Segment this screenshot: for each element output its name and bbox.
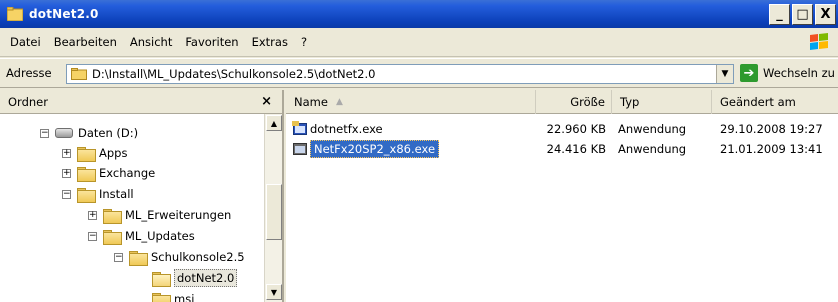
scroll-up-button[interactable]: ▲: [266, 115, 282, 131]
folder-icon: [129, 250, 148, 266]
folder-icon: [77, 146, 96, 162]
file-list: Name ▲ Größe Typ Geändert am dotnetfx.ex…: [286, 90, 838, 302]
column-header-name[interactable]: Name ▲: [286, 90, 536, 114]
menu-extras[interactable]: Extras: [246, 35, 294, 49]
window-title: dotNet2.0: [29, 7, 99, 21]
folder-pane-title: Ordner: [8, 94, 48, 109]
folder-tree: − Daten (D:) + Apps + Exchange − Install…: [0, 114, 264, 302]
file-name-cell: dotnetfx.exe: [292, 120, 383, 138]
tree-item-label: ML_Updates: [125, 229, 195, 243]
address-input[interactable]: D:\Install\ML_Updates\Schulkonsole2.5\do…: [66, 64, 734, 84]
file-name: dotnetfx.exe: [310, 122, 383, 136]
menu-bar: Datei Bearbeiten Ansicht Favoriten Extra…: [0, 28, 838, 57]
folder-open-icon: [152, 271, 171, 287]
folder-icon: [71, 68, 87, 80]
menu-help[interactable]: ?: [295, 35, 313, 49]
file-modified: 21.01.2009 13:41: [720, 142, 823, 156]
table-row[interactable]: dotnetfx.exe 22.960 KB Anwendung 29.10.2…: [286, 120, 838, 138]
address-dropdown-button[interactable]: ▼: [716, 65, 733, 83]
tree-item-label: Exchange: [99, 166, 156, 180]
go-label: Wechseln zu: [763, 66, 835, 80]
close-button[interactable]: X: [815, 4, 836, 25]
tree-item-schulkonsole[interactable]: − Schulkonsole2.5: [114, 248, 245, 266]
collapse-icon[interactable]: −: [62, 189, 71, 199]
tree-item-ml-updates[interactable]: − ML_Updates: [88, 227, 195, 245]
tree-item-label: Daten (D:): [78, 126, 139, 140]
drive-icon: [55, 128, 73, 138]
tree-item-label: msi: [174, 292, 195, 302]
collapse-icon[interactable]: −: [114, 252, 123, 262]
menu-favoriten[interactable]: Favoriten: [179, 35, 244, 49]
table-row[interactable]: NetFx20SP2_x86.exe 24.416 KB Anwendung 2…: [286, 140, 838, 158]
file-size: 22.960 KB: [546, 122, 606, 136]
menu-bearbeiten[interactable]: Bearbeiten: [48, 35, 123, 49]
column-label: Typ: [620, 95, 640, 109]
folder-icon: [77, 166, 96, 182]
expand-icon[interactable]: +: [62, 148, 71, 158]
tree-item-install[interactable]: − Install: [62, 185, 134, 203]
column-label: Geändert am: [720, 95, 796, 109]
folder-tree-scrollbar[interactable]: ▲ ▼: [264, 114, 282, 302]
column-header-type[interactable]: Typ: [612, 90, 712, 114]
file-size: 24.416 KB: [546, 142, 606, 156]
tree-item-exchange[interactable]: + Exchange: [62, 164, 155, 182]
column-headers: Name ▲ Größe Typ Geändert am: [286, 90, 838, 114]
tree-item-apps[interactable]: + Apps: [62, 144, 127, 162]
folder-pane-header: Ordner ×: [0, 90, 282, 114]
exe-icon: [292, 121, 308, 137]
menu-datei[interactable]: Datei: [4, 35, 47, 49]
go-arrow-icon: ➔: [740, 64, 758, 82]
file-type: Anwendung: [618, 122, 687, 136]
tree-item-label: Schulkonsole2.5: [151, 250, 245, 264]
folder-pane: Ordner × − Daten (D:) + Apps + Exchange …: [0, 90, 284, 302]
column-label: Größe: [570, 95, 605, 109]
folder-icon: [103, 208, 122, 224]
title-bar[interactable]: dotNet2.0 _ □ X: [0, 0, 838, 28]
folder-icon: [6, 6, 24, 22]
file-name: NetFx20SP2_x86.exe: [310, 140, 440, 158]
column-header-modified[interactable]: Geändert am: [712, 90, 838, 114]
folder-icon: [77, 187, 96, 203]
maximize-button[interactable]: □: [792, 4, 813, 25]
column-header-size[interactable]: Größe: [536, 90, 612, 114]
file-name-cell: NetFx20SP2_x86.exe: [292, 140, 440, 158]
collapse-icon[interactable]: −: [40, 128, 49, 138]
scroll-down-button[interactable]: ▼: [266, 284, 282, 300]
tree-item-daten[interactable]: − Daten (D:): [40, 124, 138, 142]
sort-ascending-icon: ▲: [335, 97, 343, 107]
menu-ansicht[interactable]: Ansicht: [124, 35, 178, 49]
file-type: Anwendung: [618, 142, 687, 156]
installer-icon: [292, 141, 308, 157]
file-modified: 29.10.2008 19:27: [720, 122, 823, 136]
tree-item-label: dotNet2.0: [174, 269, 238, 287]
tree-item-ml-erweiterungen[interactable]: + ML_Erweiterungen: [88, 206, 231, 224]
windows-logo-icon: [808, 32, 830, 52]
go-button[interactable]: ➔ Wechseln zu: [740, 64, 835, 82]
expand-icon[interactable]: +: [88, 210, 97, 220]
tree-item-msi[interactable]: msi: [152, 290, 194, 302]
column-label: Name: [294, 95, 328, 109]
folder-pane-close-button[interactable]: ×: [261, 94, 272, 109]
tree-item-label: ML_Erweiterungen: [125, 208, 232, 222]
expand-icon[interactable]: +: [62, 168, 71, 178]
folder-icon: [152, 292, 171, 302]
collapse-icon[interactable]: −: [88, 231, 97, 241]
address-bar: Adresse D:\Install\ML_Updates\Schulkonso…: [0, 58, 838, 88]
tree-item-label: Apps: [99, 146, 128, 160]
tree-item-label: Install: [99, 187, 134, 201]
tree-item-dotnet[interactable]: dotNet2.0: [152, 269, 238, 287]
minimize-button[interactable]: _: [769, 4, 790, 25]
address-value: D:\Install\ML_Updates\Schulkonsole2.5\do…: [92, 67, 376, 81]
folder-icon: [103, 229, 122, 245]
address-label: Adresse: [6, 66, 52, 80]
scrollbar-thumb[interactable]: [266, 184, 282, 240]
